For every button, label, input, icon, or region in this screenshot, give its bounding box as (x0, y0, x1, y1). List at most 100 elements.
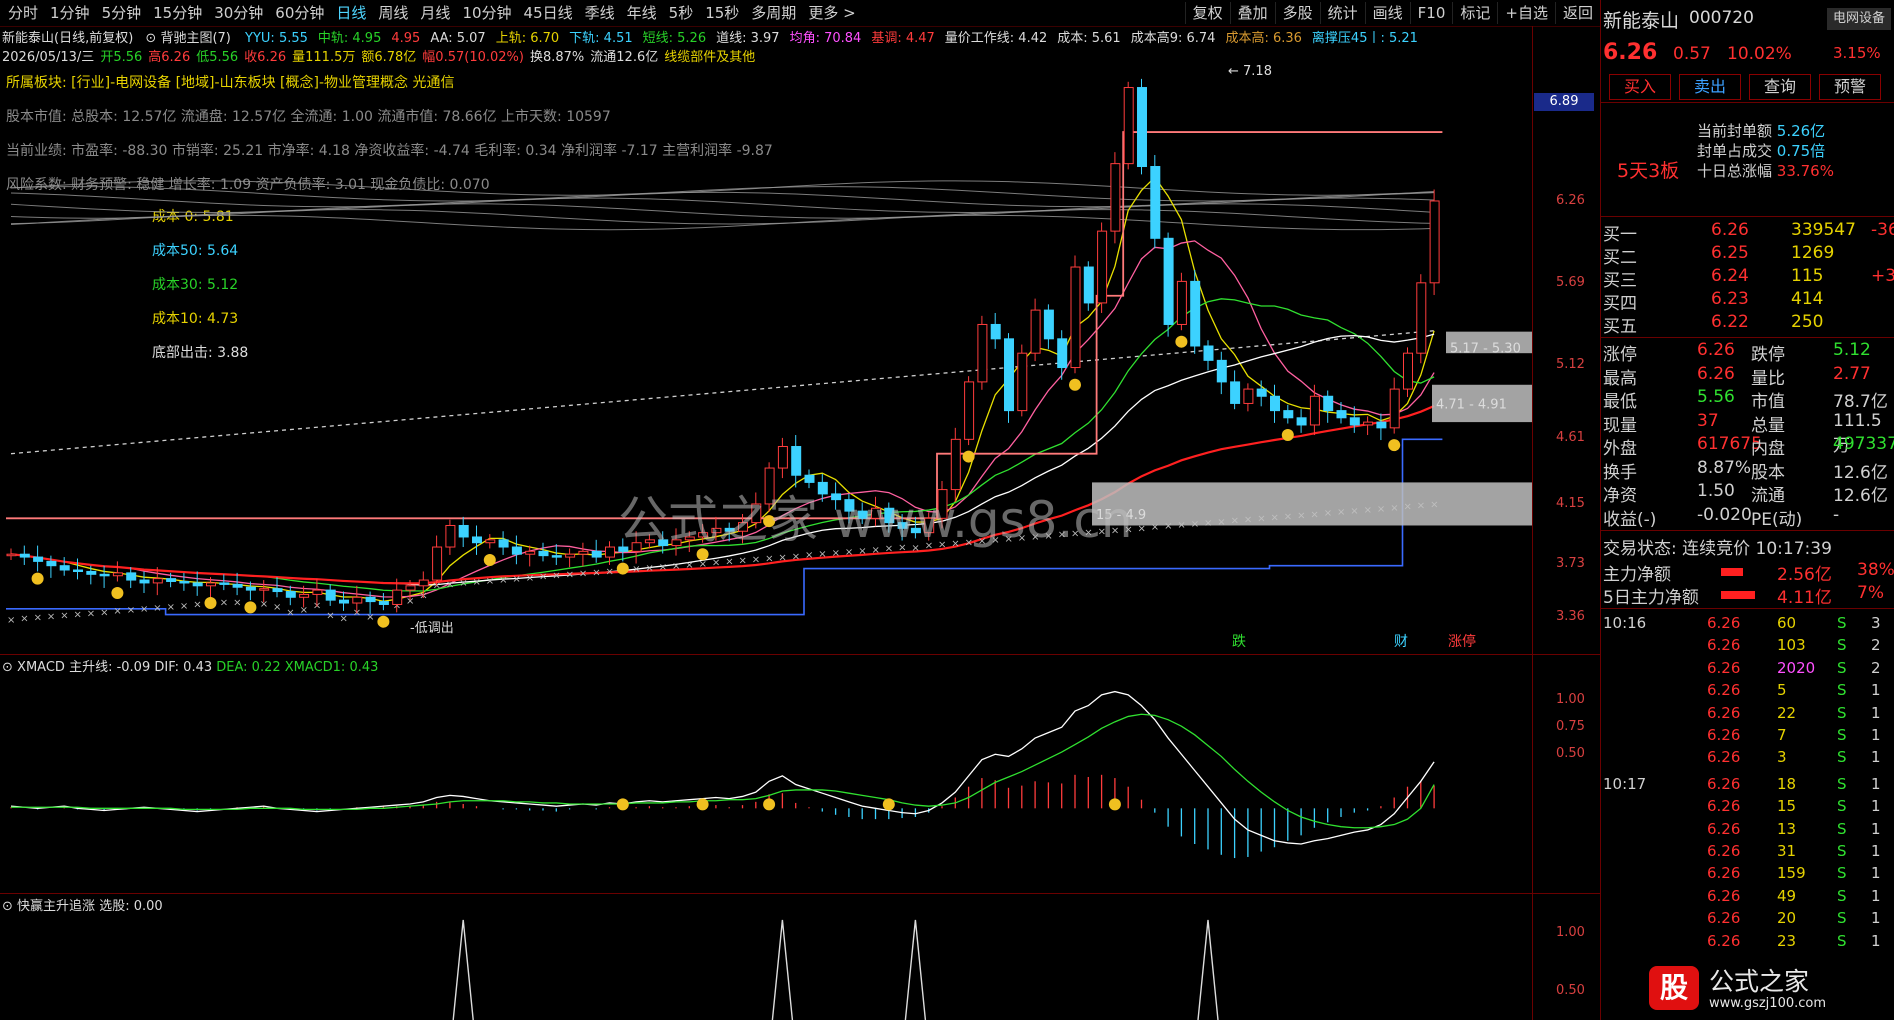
tool-tab[interactable]: 画线 (1364, 2, 1410, 24)
candle-body (152, 578, 163, 584)
bid-cell: 6.23 (1711, 289, 1749, 309)
period-tab[interactable]: 季线 (579, 2, 621, 24)
tool-tab[interactable]: 复权 (1184, 2, 1230, 24)
x-marker: × (7, 615, 15, 626)
period-tab[interactable]: 5分钟 (96, 2, 148, 24)
period-tab[interactable]: 15分钟 (147, 2, 208, 24)
stat-cell: 8.87% (1697, 457, 1752, 478)
candle-body (432, 546, 443, 581)
candle-body (1123, 87, 1134, 165)
period-tab[interactable]: 60分钟 (269, 2, 330, 24)
tool-tab[interactable]: 叠加 (1229, 2, 1275, 24)
period-tab[interactable]: 月线 (414, 2, 456, 24)
candle-body (990, 323, 1001, 340)
bid-cell: 买一 (1603, 225, 1637, 245)
x-marker: × (326, 611, 334, 622)
third-title[interactable]: 快赢主升追涨 (17, 899, 95, 914)
tick-cell: 31 (1777, 842, 1797, 860)
tick-row: 6.26 7 S 1 (1601, 726, 1894, 748)
tool-tab[interactable]: F10 (1409, 2, 1453, 24)
seal-value: 0.75倍 (1772, 142, 1826, 160)
x-marker: × (127, 605, 135, 616)
period-tab[interactable]: 15秒 (699, 2, 745, 24)
kline-chart[interactable]: × × × × × × × × × × × × × × × × × × × × × × × × × × × × × × × × × × × × × × × ×… (0, 26, 1600, 656)
stat-cell: - (1833, 504, 1840, 525)
tick-cell: 1 (1871, 931, 1881, 950)
period-tab[interactable]: 分时 (2, 2, 44, 24)
period-tab[interactable]: 日线 (330, 2, 372, 24)
x-marker: × (725, 557, 733, 568)
period-tab[interactable]: 1分钟 (44, 2, 96, 24)
period-tab[interactable]: 30分钟 (208, 2, 269, 24)
macd-chart[interactable] (0, 676, 1532, 892)
macd-title[interactable]: XMACD (17, 660, 65, 675)
x-marker: × (459, 578, 467, 589)
dashed-line (10, 330, 1435, 455)
x-marker: × (539, 572, 547, 583)
tick-cell: 7 (1777, 726, 1787, 744)
macd-tick: 1.00 (1556, 692, 1585, 708)
tick-cell: 1 (1871, 864, 1881, 883)
tick-cell: S (1837, 842, 1847, 860)
candle-body (525, 550, 536, 555)
tick-row: 6.26 3 S 1 (1601, 748, 1894, 770)
tick-cell: 6.26 (1707, 658, 1741, 677)
tick-cell: S (1837, 703, 1847, 722)
price-tick: 4.61 (1556, 429, 1585, 445)
tick-cell: 23 (1777, 931, 1797, 950)
trade-button[interactable]: 查询 (1749, 74, 1811, 100)
period-tab[interactable]: 5秒 (663, 2, 700, 24)
zone-label: 4.71 - 4.91 (1436, 397, 1507, 412)
candle-body (73, 569, 83, 572)
period-tab[interactable]: 多周期 (745, 2, 802, 24)
trade-button[interactable]: 卖出 (1679, 74, 1741, 100)
bid-cell: 6.24 (1711, 266, 1749, 286)
x-marker: × (340, 613, 348, 624)
period-tab[interactable]: 45日线 (518, 2, 579, 24)
tool-tab[interactable]: 标记 (1452, 2, 1497, 24)
candle-body (33, 556, 44, 562)
period-tab[interactable]: 周线 (372, 2, 414, 24)
tick-cell: 1 (1871, 703, 1881, 722)
macd-tick: 0.75 (1556, 719, 1585, 735)
tick-cell: S (1837, 636, 1847, 655)
seal-row: 当前封单额 5.26亿 (1697, 120, 1825, 141)
trade-button[interactable]: 买入 (1609, 74, 1671, 100)
period-tab[interactable]: 10分钟 (456, 2, 517, 24)
tool-tab[interactable]: 多股 (1274, 2, 1320, 24)
trade-button[interactable]: 预警 (1819, 74, 1881, 100)
bid-cell: 买二 (1603, 248, 1637, 268)
signal-dot (1388, 439, 1401, 452)
tick-row: 6.26 13 S 1 (1601, 820, 1894, 842)
tick-cell: 1 (1871, 681, 1881, 700)
trade-status: 交易状态: 连续竞价 10:17:39 (1603, 539, 1832, 559)
period-tab[interactable]: 年线 (621, 2, 663, 24)
bid-cell: 250 (1791, 312, 1824, 332)
price-change: 0.57 (1673, 44, 1711, 64)
signal-chart[interactable] (0, 914, 1532, 1020)
x-marker: × (233, 598, 241, 609)
signal-dot (204, 597, 217, 610)
bid-cell: 1269 (1791, 243, 1835, 263)
candle-body (1323, 395, 1334, 412)
signal-spike (904, 919, 927, 1020)
stat-row: 最高 6.26 量比 2.77 (1601, 364, 1894, 389)
dea-line (11, 713, 1435, 829)
bid-cell: 339547 (1791, 220, 1856, 240)
tool-tab[interactable]: 统计 (1319, 2, 1365, 24)
seal-value: 5.26亿 (1772, 122, 1826, 140)
candle-body (1004, 338, 1014, 412)
signal-spike (771, 919, 794, 1020)
period-tab[interactable]: 更多 > (802, 2, 861, 24)
candle-body (1017, 352, 1028, 412)
x-marker: × (273, 602, 281, 613)
fund-flow-row: 5日主力净额 4.11亿 7% (1601, 583, 1894, 608)
sector-tag[interactable]: 电网设备 (1827, 8, 1891, 30)
tick-cell: 6.26 (1707, 774, 1741, 793)
tick-row: 6.26 20 S 1 (1601, 909, 1894, 931)
x-marker: × (526, 573, 534, 584)
macd-signal-dot (1108, 798, 1121, 811)
tick-cell: 10:17 (1603, 774, 1647, 793)
x-marker: × (486, 576, 494, 587)
x-marker: × (765, 553, 773, 564)
